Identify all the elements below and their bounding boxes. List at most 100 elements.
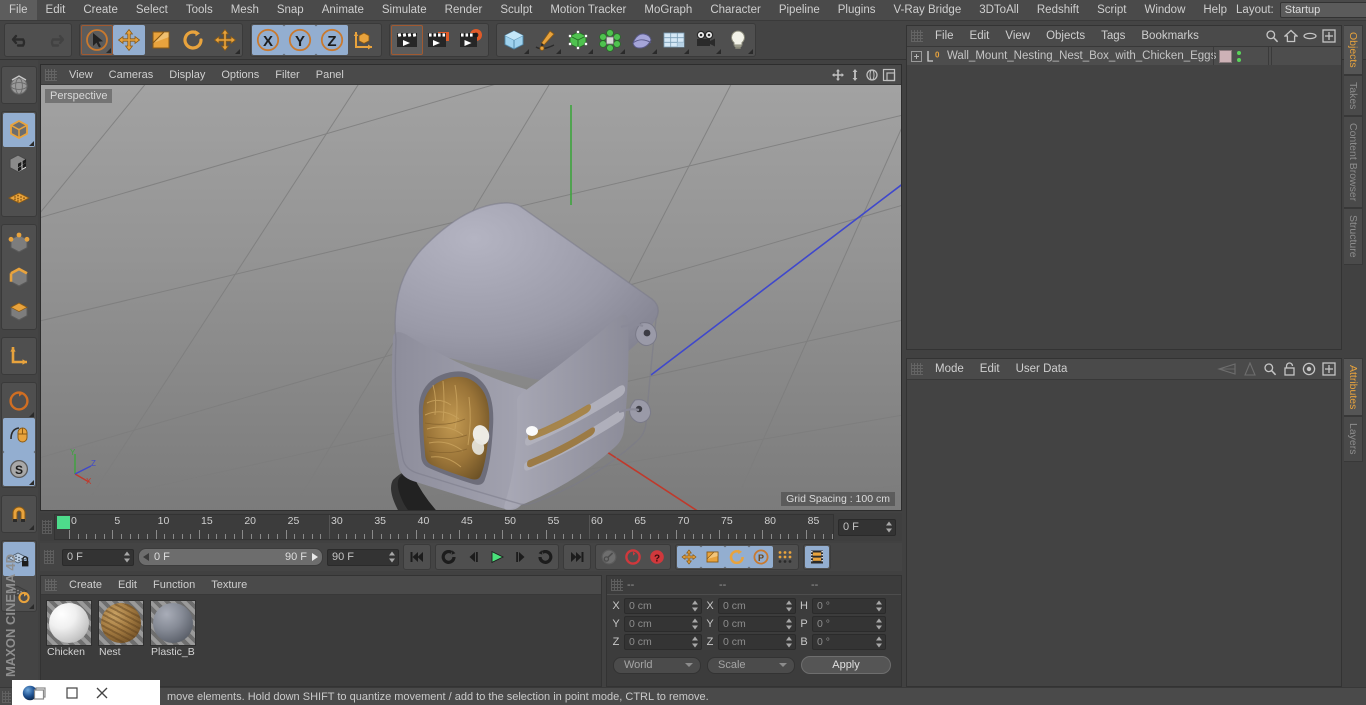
point-level-anim-button[interactable]: [773, 546, 797, 568]
object-row[interactable]: 0 Wall_Mount_Nesting_Nest_Box_with_Chick…: [907, 47, 1341, 65]
menu-help[interactable]: Help: [1194, 0, 1236, 20]
timeline-ruler[interactable]: 051015202530354045505560657075808590: [54, 514, 834, 540]
stepper-icon[interactable]: [785, 618, 792, 630]
pan-icon[interactable]: [831, 68, 845, 82]
edges-mode-button[interactable]: [3, 260, 35, 294]
uv-mesh-button[interactable]: [3, 181, 35, 215]
add-deformer-button[interactable]: [626, 25, 658, 55]
rotation-b-field[interactable]: 0 °: [812, 634, 886, 650]
menu-mograph[interactable]: MoGraph: [635, 0, 701, 20]
render-region-button[interactable]: [423, 25, 455, 55]
position-z-field[interactable]: 0 cm: [624, 634, 702, 650]
rotation-p-field[interactable]: 0 °: [812, 616, 886, 632]
ellipse-icon[interactable]: [1303, 31, 1317, 41]
menu-motion-tracker[interactable]: Motion Tracker: [541, 0, 635, 20]
keyframe-selection-button[interactable]: ?: [645, 546, 669, 568]
material-item[interactable]: Plastic_B: [149, 600, 197, 658]
viewport-menu-options[interactable]: Options: [213, 69, 267, 81]
menu-script[interactable]: Script: [1088, 0, 1135, 20]
nav-left-icon[interactable]: [1217, 363, 1237, 375]
viewport-menu-cameras[interactable]: Cameras: [101, 69, 162, 81]
menu-pipeline[interactable]: Pipeline: [770, 0, 829, 20]
scale-button[interactable]: [145, 25, 177, 55]
material-thumbnail[interactable]: [98, 600, 144, 646]
target-icon[interactable]: [1302, 362, 1316, 376]
add-camera-button[interactable]: [690, 25, 722, 55]
magnet-button[interactable]: [3, 497, 35, 531]
rotate-button[interactable]: [177, 25, 209, 55]
texture-mode-button[interactable]: [3, 147, 35, 181]
stepper-icon[interactable]: [875, 600, 882, 612]
add-scene-button[interactable]: [658, 25, 690, 55]
add-spline-button[interactable]: [530, 25, 562, 55]
y-axis-button[interactable]: Y: [284, 25, 316, 55]
viewport-menu-view[interactable]: View: [61, 69, 101, 81]
stepper-icon[interactable]: [691, 618, 698, 630]
attribute-menu-user-data[interactable]: User Data: [1008, 363, 1076, 375]
stepper-icon[interactable]: [691, 600, 698, 612]
autokeying-button[interactable]: [621, 546, 645, 568]
panel-grip-icon[interactable]: [611, 579, 623, 591]
tab-takes[interactable]: Takes: [1344, 74, 1363, 117]
object-menu-bookmarks[interactable]: Bookmarks: [1133, 30, 1207, 42]
tab-attributes[interactable]: Attributes: [1344, 358, 1363, 417]
viewport-menu-filter[interactable]: Filter: [267, 69, 307, 81]
menu-character[interactable]: Character: [701, 0, 770, 20]
size-y-field[interactable]: 0 cm: [718, 616, 796, 632]
tab-layers[interactable]: Layers: [1344, 416, 1363, 462]
tab-objects[interactable]: Objects: [1344, 25, 1363, 75]
menu-tools[interactable]: Tools: [177, 0, 222, 20]
material-tag-icon[interactable]: [1219, 49, 1232, 63]
viewport-canvas[interactable]: Perspective Y X Z Grid Spacing: 100 cm: [41, 85, 901, 510]
object-menu-tags[interactable]: Tags: [1093, 30, 1133, 42]
go-to-start-button[interactable]: [405, 546, 429, 568]
preview-end-field[interactable]: 90 F: [327, 548, 399, 566]
go-to-end-button[interactable]: [565, 546, 589, 568]
object-menu-view[interactable]: View: [997, 30, 1038, 42]
c4d-orb-icon[interactable]: [22, 684, 48, 702]
maximize-icon[interactable]: [882, 68, 896, 82]
material-item[interactable]: Chicken: [45, 600, 93, 658]
panel-grip-icon[interactable]: [2, 690, 11, 703]
layout-select[interactable]: Startup: [1279, 2, 1366, 18]
menu-redshift[interactable]: Redshift: [1028, 0, 1088, 20]
size-z-field[interactable]: 0 cm: [718, 634, 796, 650]
attribute-menu-edit[interactable]: Edit: [972, 363, 1008, 375]
object-menu-file[interactable]: File: [927, 30, 962, 42]
home-icon[interactable]: [1284, 29, 1298, 43]
preview-range-slider[interactable]: 0 F 90 F: [138, 548, 323, 566]
menu-file[interactable]: File: [0, 0, 37, 20]
redo-button[interactable]: [38, 25, 70, 55]
stepper-icon[interactable]: [875, 636, 882, 648]
menu-snap[interactable]: Snap: [268, 0, 313, 20]
menu-select[interactable]: Select: [127, 0, 177, 20]
world-axis-button[interactable]: [3, 68, 35, 102]
world-coords-button[interactable]: [348, 25, 380, 55]
param-key-button[interactable]: P: [749, 546, 773, 568]
add-light-button[interactable]: [722, 25, 754, 55]
enable-axis-button[interactable]: [3, 384, 35, 418]
stepper-icon[interactable]: [691, 636, 698, 648]
z-axis-button[interactable]: Z: [316, 25, 348, 55]
panel-grip-icon[interactable]: [45, 68, 57, 81]
tab-content-browser[interactable]: Content Browser: [1344, 116, 1363, 209]
object-tree[interactable]: 0 Wall_Mount_Nesting_Nest_Box_with_Chick…: [907, 47, 1341, 349]
object-menu-objects[interactable]: Objects: [1038, 30, 1093, 42]
rewind-loop-button[interactable]: [437, 546, 461, 568]
panel-grip-icon[interactable]: [911, 363, 923, 375]
menu-vray-bridge[interactable]: V-Ray Bridge: [884, 0, 970, 20]
undo-button[interactable]: [6, 25, 38, 55]
panel-grip-icon[interactable]: [42, 520, 52, 534]
live-selection-button[interactable]: [81, 25, 113, 55]
position-y-field[interactable]: 0 cm: [624, 616, 702, 632]
viewport-menu-panel[interactable]: Panel: [308, 69, 352, 81]
expand-toggle-icon[interactable]: [911, 50, 922, 62]
search-icon[interactable]: [1263, 362, 1277, 376]
rotation-h-field[interactable]: 0 °: [812, 598, 886, 614]
search-icon[interactable]: [1265, 29, 1279, 43]
object-axis-button[interactable]: [3, 339, 35, 373]
snap-s-button[interactable]: S: [3, 452, 35, 486]
stepper-icon[interactable]: [388, 551, 395, 563]
record-active-objects-button[interactable]: [597, 546, 621, 568]
stepper-icon[interactable]: [875, 618, 882, 630]
